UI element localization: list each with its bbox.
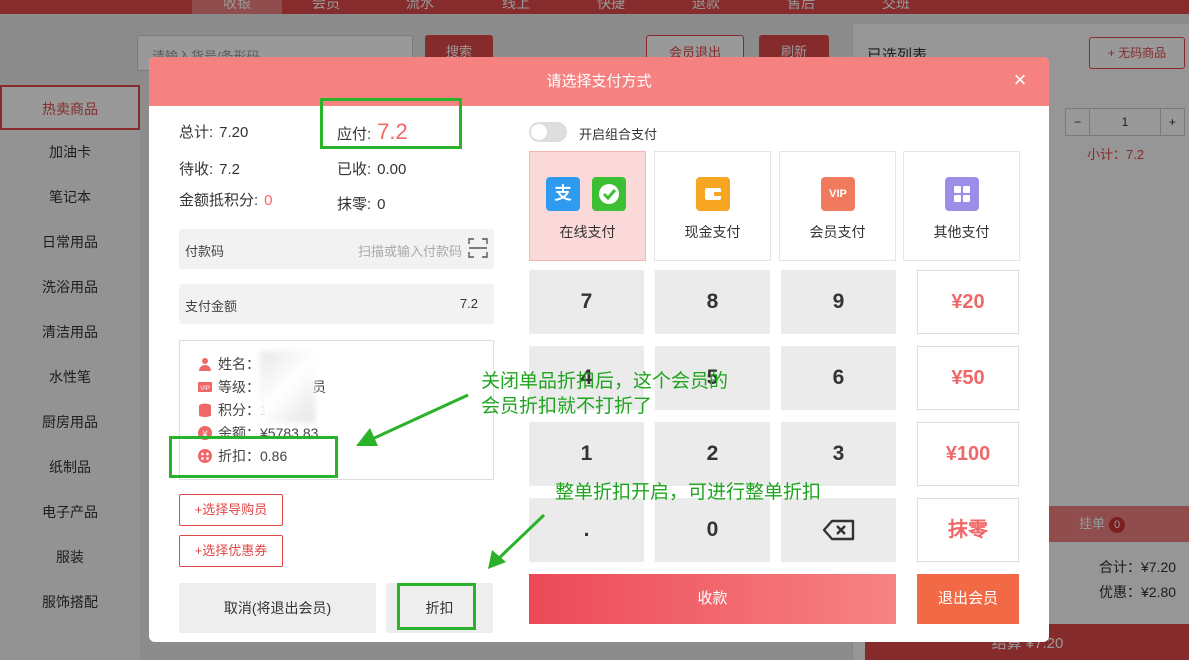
arrow-line	[495, 513, 546, 562]
annotation-arrows	[356, 393, 546, 569]
arrow-line	[369, 393, 469, 442]
